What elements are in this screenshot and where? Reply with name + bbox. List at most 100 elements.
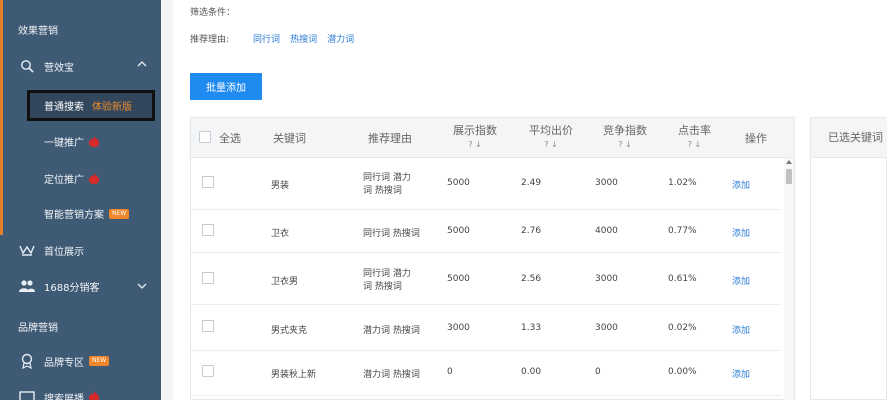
header-display-index[interactable]: 展示指数 ? ↓ (453, 122, 497, 149)
add-keyword-button[interactable]: 添加 (732, 178, 750, 191)
row-reason: 潜力词 热搜词 (363, 370, 420, 380)
sidebar-item-smart-plan[interactable]: 智能营销方案 NEW (44, 206, 130, 221)
reason-label: 推荐理由: (190, 35, 230, 45)
row-checkbox[interactable] (202, 176, 214, 188)
add-keyword-button[interactable]: 添加 (732, 274, 750, 287)
sidebar-section-brand: 品牌营销 (18, 323, 58, 334)
sort-icon[interactable]: ? ↓ (453, 140, 497, 149)
header-avg-bid[interactable]: 平均出价 ? ↓ (529, 122, 573, 149)
table-header: 全选 关键词 推荐理由 展示指数 ? ↓ 平均出价 ? ↓ 竞争指数 ? ↓ 点… (191, 118, 794, 158)
hot-flame-icon (86, 172, 102, 186)
sidebar-item-label: 营效宝 (44, 62, 74, 74)
sidebar-item-label: 智能营销方案 (44, 210, 104, 221)
select-all-label: 全选 (219, 132, 241, 145)
add-keyword-button[interactable]: 添加 (732, 367, 750, 380)
sidebar-item-search-showcase[interactable]: 搜索展播 (18, 383, 179, 400)
add-keyword-button[interactable]: 添加 (732, 323, 750, 336)
batch-add-button[interactable]: 批量添加 (190, 73, 262, 100)
sort-icon[interactable]: ? ↓ (529, 140, 573, 149)
scrollbar-thumb[interactable] (786, 169, 792, 184)
row-reason: 同行词 潜力词 热搜词 (363, 269, 411, 292)
table-row: 男装 同行词 潜力词 热搜词 5000 2.49 3000 1.02% 添加 (191, 159, 781, 210)
sidebar-item-label: 1688分销客 (44, 282, 100, 294)
main-content: 筛选条件： 推荐理由: 同行词 热搜词 潜力词 批量添加 全选 关键词 推荐理由… (173, 0, 887, 400)
row-reason: 同行词 潜力词 热搜词 (363, 173, 411, 196)
row-competition: 3000 (595, 323, 618, 333)
row-reason: 潜力词 热搜词 (363, 326, 420, 336)
crown-icon (18, 241, 36, 259)
table-scrollbar[interactable] (784, 158, 794, 400)
row-keyword: 男装秋上新 (271, 370, 317, 380)
row-bid: 2.49 (521, 178, 542, 188)
app-root: 效果营销 营效宝 普通搜索 体验新版 一键推广 定位推广 智能营销方案 NEW … (0, 0, 887, 400)
filter-label: 筛选条件： (190, 8, 236, 18)
sort-icon[interactable]: ? ↓ (678, 140, 711, 149)
row-keyword: 卫衣男 (271, 277, 299, 287)
select-all-checkbox[interactable] (199, 131, 211, 143)
row-ctr: 0.77% (668, 226, 697, 236)
chevron-down-icon[interactable] (136, 280, 148, 292)
row-reason: 同行词 热搜词 (363, 229, 420, 239)
row-display: 5000 (447, 226, 470, 236)
row-display: 5000 (447, 274, 470, 284)
sidebar: 效果营销 营效宝 普通搜索 体验新版 一键推广 定位推广 智能营销方案 NEW … (0, 0, 161, 400)
reason-filter-potential[interactable]: 潜力词 (327, 32, 354, 45)
header-label: 点击率 (678, 124, 711, 137)
header-label: 展示指数 (453, 124, 497, 137)
row-competition: 4000 (595, 226, 618, 236)
sidebar-item-label: 搜索展播 (44, 393, 84, 400)
row-checkbox[interactable] (202, 320, 214, 332)
header-keyword: 关键词 (273, 132, 306, 145)
row-keyword: 男式夹克 (271, 326, 308, 336)
header-action: 操作 (745, 132, 767, 145)
sidebar-item-label: 一键推广 (44, 138, 84, 149)
add-keyword-button[interactable]: 添加 (732, 226, 750, 239)
row-checkbox[interactable] (202, 224, 214, 236)
sidebar-item-yingxiaobao[interactable]: 营效宝 (18, 52, 179, 80)
sidebar-item-sale-guest[interactable]: 1688分销客 (18, 272, 179, 300)
row-display: 3000 (447, 323, 470, 333)
users-icon (18, 277, 36, 295)
sidebar-item-brand-zone[interactable]: 品牌专区 NEW (18, 347, 179, 375)
sidebar-item-top-show[interactable]: 首位展示 (18, 236, 179, 264)
hot-flame-icon (86, 135, 102, 149)
sort-icon[interactable]: ? ↓ (603, 140, 647, 149)
sidebar-item-normal-search[interactable]: 普通搜索 体验新版 (27, 90, 155, 121)
row-keyword: 男装 (271, 181, 290, 191)
row-bid: 2.56 (521, 274, 542, 284)
reason-filter-row: 推荐理由: 同行词 热搜词 潜力词 (190, 32, 354, 45)
monitor-icon (18, 388, 36, 400)
sidebar-item-targeting[interactable]: 定位推广 (44, 171, 102, 186)
row-checkbox[interactable] (202, 272, 214, 284)
new-badge: NEW (89, 356, 110, 366)
header-competition[interactable]: 竞争指数 ? ↓ (603, 122, 647, 149)
row-ctr: 0.00% (668, 367, 697, 377)
chevron-up-icon[interactable] (136, 58, 148, 73)
table-row: 男装秋上新 潜力词 热搜词 0 0.00 0 0.00% 添加 (191, 351, 781, 396)
sidebar-item-one-click[interactable]: 一键推广 (44, 134, 102, 149)
brand-medal-icon (18, 352, 36, 370)
header-label: 平均出价 (529, 124, 573, 137)
reason-filter-hot[interactable]: 热搜词 (290, 32, 317, 45)
sidebar-item-label: 定位推广 (44, 175, 84, 186)
header-ctr[interactable]: 点击率 ? ↓ (678, 122, 711, 149)
row-bid: 0.00 (521, 367, 542, 377)
keyword-table: 全选 关键词 推荐理由 展示指数 ? ↓ 平均出价 ? ↓ 竞争指数 ? ↓ 点… (190, 117, 795, 400)
new-version-tag[interactable]: 体验新版 (92, 98, 132, 113)
row-competition: 0 (595, 367, 601, 377)
row-display: 5000 (447, 178, 470, 188)
row-ctr: 0.61% (668, 274, 697, 284)
row-checkbox[interactable] (202, 365, 214, 377)
new-badge: NEW (109, 208, 130, 219)
reason-filter-peer[interactable]: 同行词 (253, 32, 280, 45)
row-bid: 1.33 (521, 323, 542, 333)
sidebar-item-label: 品牌专区 (44, 357, 84, 369)
row-ctr: 1.02% (668, 178, 697, 188)
row-bid: 2.76 (521, 226, 542, 236)
header-reason: 推荐理由 (368, 132, 412, 145)
sidebar-section-effect: 效果营销 (18, 26, 58, 37)
table-row: 卫衣 同行词 热搜词 5000 2.76 4000 0.77% 添加 (191, 210, 781, 253)
header-label: 竞争指数 (603, 124, 647, 137)
row-competition: 3000 (595, 274, 618, 284)
scroll-up-arrow-icon[interactable] (786, 160, 792, 164)
